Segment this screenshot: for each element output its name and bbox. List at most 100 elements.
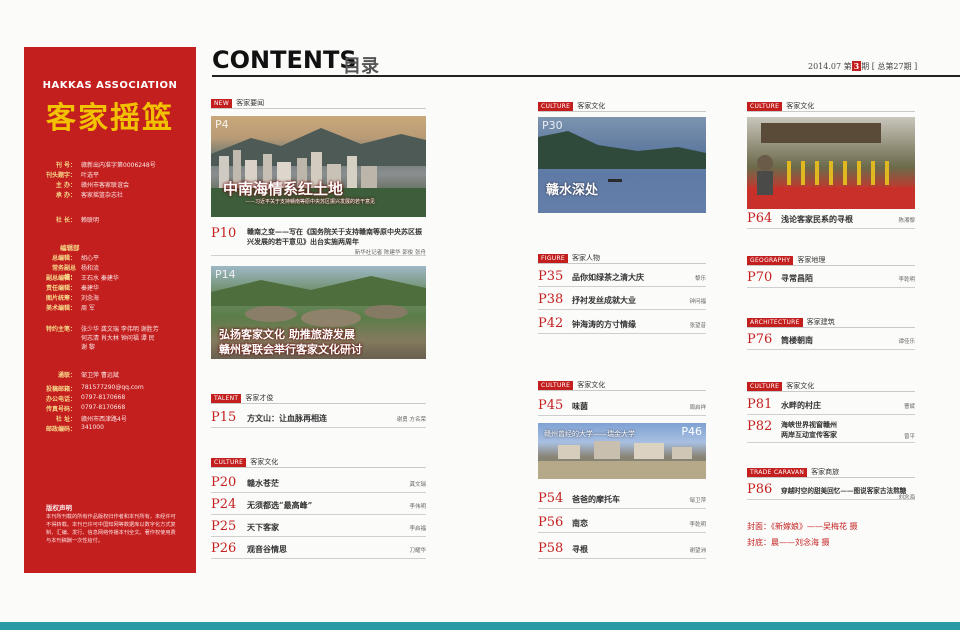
section-tag: FIGURE bbox=[538, 253, 569, 263]
article-image-p4[interactable]: P4 中南海情系红土地 ——习近平关于支持赣南等原中央苏区振兴发展的若干意见 bbox=[211, 116, 426, 217]
section-rule bbox=[747, 327, 915, 328]
info-key: 办公电话： bbox=[46, 396, 77, 403]
toc-entry[interactable]: P20 赣水苍茫 龚文瑞 bbox=[211, 473, 426, 493]
page-number: P45 bbox=[538, 398, 564, 413]
info-value: 赖联明 bbox=[81, 217, 100, 224]
toc-entry[interactable]: P86 穿越时空的甜美回忆——图说客家古法熬糖 刘念海 bbox=[747, 480, 915, 501]
section-tag: CULTURE bbox=[747, 101, 783, 111]
section-label: 客家人物 bbox=[572, 254, 601, 262]
article-title: 观音谷情思 bbox=[247, 544, 287, 554]
entry-rule bbox=[538, 286, 706, 287]
page-number: P24 bbox=[211, 497, 237, 512]
info-key: 责任编辑： bbox=[46, 285, 77, 292]
toc-entry[interactable]: P10 赣南之变——写在《国务院关于支持赣南等原中央苏区振 兴发展的若干意见》出… bbox=[211, 226, 426, 256]
page-number: P82 bbox=[747, 419, 773, 434]
staff-row: 美术编辑： 周 军 bbox=[46, 303, 196, 312]
section-talent: TALENT 客家才俊 bbox=[211, 393, 273, 403]
contact-row: 办公电话： 0797-8170668 bbox=[46, 394, 196, 403]
toc-entry[interactable]: P82 海峡世界视窗赣州 两岸互动宣传客家 曾平 bbox=[747, 417, 915, 443]
info-value: 赣州市客家联谊会 bbox=[81, 182, 130, 189]
editorial-heading: 编辑部 bbox=[60, 244, 80, 252]
info-row: 刊 号： 赣新出内准字第0006248号 bbox=[46, 160, 196, 169]
entry-rule bbox=[747, 287, 915, 288]
section-label: 客家文化 bbox=[577, 381, 606, 389]
entry-rule bbox=[211, 255, 426, 256]
staff-row: 副总编辑： 王石水 秦建华 bbox=[46, 273, 196, 282]
article-title-cont: 兴发展的若干意见》出台实施两周年 bbox=[247, 237, 359, 246]
toc-entry[interactable]: P76 筒楼朝南 谭佳乐 bbox=[747, 330, 915, 350]
page-number: P56 bbox=[538, 515, 564, 530]
section-label: 客家商旅 bbox=[811, 468, 840, 476]
section-tag: CULTURE bbox=[538, 101, 574, 111]
info-row: 主 办： 赣州市客家联谊会 bbox=[46, 180, 196, 189]
toc-entry[interactable]: P35 品你如绿茶之清大庆 黎乐 bbox=[538, 267, 706, 287]
section-tag: CULTURE bbox=[211, 457, 247, 467]
article-author: 李乾明 bbox=[898, 277, 915, 283]
toc-entry[interactable]: P45 味菌 周启祥 bbox=[538, 396, 706, 416]
info-key: 社 址： bbox=[55, 416, 76, 423]
article-image-p14[interactable]: P14 弘扬客家文化 助推旅游发展 赣州客联会举行客家文化研讨 bbox=[211, 266, 426, 359]
article-title-cont: 两岸互动宣传客家 bbox=[781, 430, 837, 439]
toc-entry[interactable]: P26 观音谷情思 刀耀华 bbox=[211, 539, 426, 559]
page-number: P38 bbox=[538, 292, 564, 307]
toc-entry[interactable]: P15 方文山：让血脉再相连 谢勇 方名荣 bbox=[211, 408, 426, 428]
article-author: 刀耀华 bbox=[409, 548, 426, 554]
entry-rule bbox=[211, 514, 426, 515]
page-number: P30 bbox=[542, 119, 563, 132]
page-number: P86 bbox=[747, 482, 773, 497]
entry-rule bbox=[747, 442, 915, 443]
section-rule bbox=[538, 390, 706, 391]
info-value: 0797-8170668 bbox=[81, 404, 126, 411]
article-author: 张望昔 bbox=[689, 323, 706, 329]
article-author: 龚文瑞 bbox=[409, 482, 426, 488]
contact-row: 通联： 邹卫萍 曹远斌 bbox=[46, 370, 196, 379]
page-number: P81 bbox=[747, 397, 773, 412]
info-key: 总编辑： bbox=[51, 255, 76, 262]
section-rule bbox=[211, 108, 426, 109]
toc-entry[interactable]: P24 无须都选“最高峰” 李伟明 bbox=[211, 495, 426, 515]
entry-rule bbox=[538, 333, 706, 334]
toc-entry[interactable]: P54 爸爸的摩托车 邹卫萍 bbox=[538, 489, 706, 509]
toc-entry[interactable]: P25 天下客家 李启福 bbox=[211, 517, 426, 537]
entry-rule bbox=[211, 492, 426, 493]
toc-entry[interactable]: P70 寻常昌陌 李乾明 bbox=[747, 268, 915, 288]
entry-rule bbox=[211, 427, 426, 428]
toc-entry[interactable]: P81 水畔的村庄 曹斌 bbox=[747, 395, 915, 415]
entry-rule bbox=[211, 558, 426, 559]
toc-entry[interactable]: P42 钟海涛的方寸情缘 张望昔 bbox=[538, 314, 706, 334]
toc-entry[interactable]: P58 寻根 谢望洲 bbox=[538, 539, 706, 559]
section-tag: TALENT bbox=[211, 393, 242, 403]
toc-entry[interactable]: P56 南恋 李乾明 bbox=[538, 513, 706, 533]
article-title: 爸爸的摩托车 bbox=[572, 494, 620, 504]
page-number: P35 bbox=[538, 269, 564, 284]
section-tag: GEOGRAPHY bbox=[747, 255, 794, 265]
article-author: 谢望洲 bbox=[689, 548, 706, 554]
page-number: P70 bbox=[747, 270, 773, 285]
toc-entry[interactable]: P64 浅论客家民系的寻根 陈湘黎 bbox=[747, 209, 915, 229]
article-image-p46[interactable]: P46 赣州曾经的大学——瑞金大学 bbox=[538, 423, 706, 479]
writer-line: 谢 黎 bbox=[81, 344, 95, 351]
masthead-sidebar: HAKKAS ASSOCIATION 客家摇篮 刊 号： 赣新出内准字第00062… bbox=[24, 47, 196, 573]
contact-row: 邮政编码： 341000 bbox=[46, 424, 196, 433]
section-rule bbox=[747, 391, 915, 392]
article-title: 天下客家 bbox=[247, 522, 279, 532]
info-value: 叶选平 bbox=[81, 172, 100, 179]
image-caption: 赣水深处 bbox=[546, 183, 599, 198]
article-title: 寻常昌陌 bbox=[781, 273, 813, 283]
copyright-notice-text: 本刊所刊载的所有作品版权归作者和本刊所有，未经许可不得转载。本刊已许可中国知网等… bbox=[46, 514, 176, 544]
info-key: 邮政编码： bbox=[46, 426, 77, 433]
article-image-p64[interactable] bbox=[747, 117, 915, 209]
article-author: 曹斌 bbox=[903, 404, 915, 410]
article-image-p30[interactable]: P30 赣水深处 bbox=[538, 117, 706, 213]
section-rule bbox=[747, 265, 915, 266]
entry-rule bbox=[747, 414, 915, 415]
info-key: 刊 号： bbox=[55, 162, 76, 169]
image-caption: 弘扬客家文化 助推旅游发展 bbox=[219, 328, 355, 341]
info-value: 张少华 龚文瑞 李伟明 谢胜芳 何志清 肖大林 钟问福 谭 民谢 黎 bbox=[76, 324, 159, 351]
article-title: 南恋 bbox=[572, 518, 588, 528]
toc-entry[interactable]: P38 抒衬发丝成就大业 钟问福 bbox=[538, 290, 706, 310]
image-caption: 中南海情系红土地 bbox=[223, 180, 344, 198]
entry-rule bbox=[538, 415, 706, 416]
image-caption: 赣州曾经的大学——瑞金大学 bbox=[544, 430, 635, 438]
magazine-contents-page: HAKKAS ASSOCIATION 客家摇篮 刊 号： 赣新出内准字第00062… bbox=[0, 0, 960, 622]
